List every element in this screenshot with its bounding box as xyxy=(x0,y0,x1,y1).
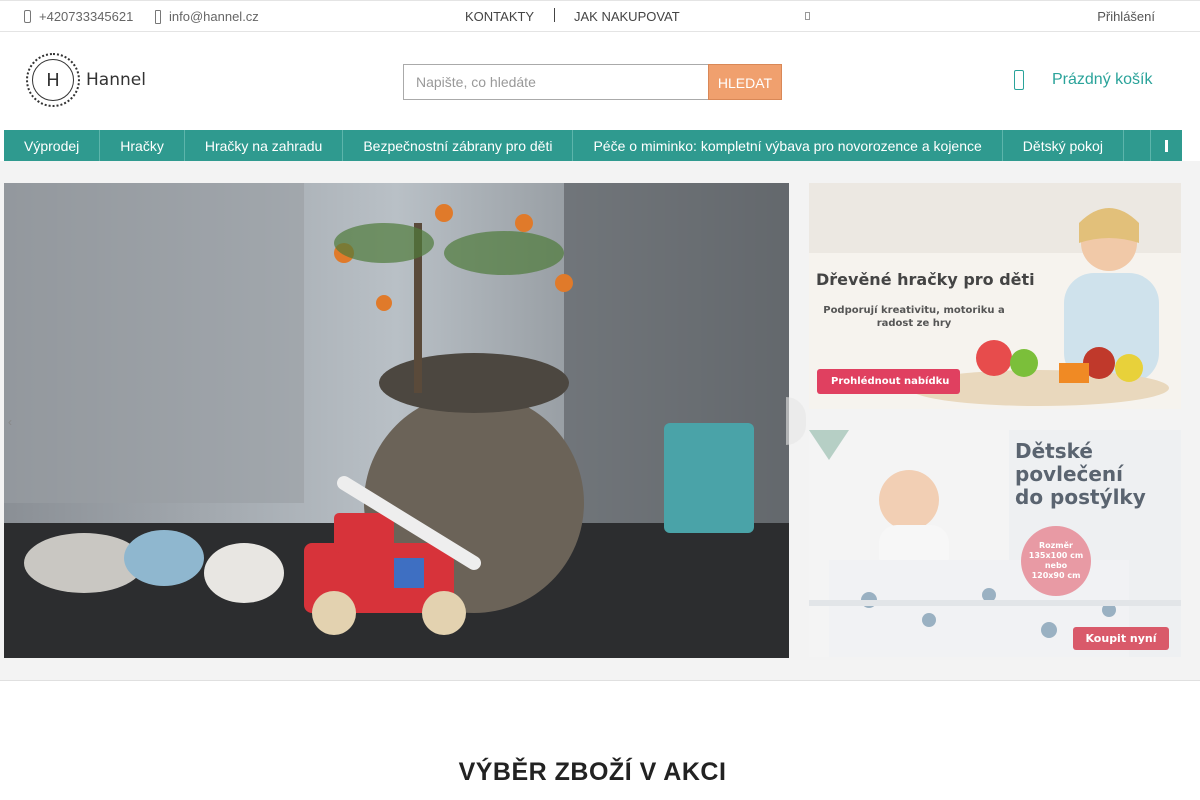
language-icon[interactable] xyxy=(805,12,810,20)
cart-label[interactable]: Prázdný košík xyxy=(1052,71,1152,89)
menu-icon xyxy=(1165,139,1168,152)
nav-item-baby-care[interactable]: Péče o miminko: kompletní výbava pro nov… xyxy=(573,130,1003,161)
nav-item-kids-room[interactable]: Dětský pokoj xyxy=(1003,130,1124,161)
email-contact[interactable]: info@hannel.cz xyxy=(155,9,259,24)
banner-area: ‹ Dřevěné hračky pro děti Podporují krea… xyxy=(0,161,1200,681)
hero-slide[interactable] xyxy=(4,183,789,658)
wooden-toys-title: Dřevěné hračky pro děti xyxy=(816,270,1035,289)
cart-icon[interactable] xyxy=(1014,70,1024,90)
hero-image xyxy=(4,183,789,658)
phone-icon xyxy=(24,10,31,23)
search-form: HLEDAT xyxy=(403,64,782,100)
logo-text: Hannel xyxy=(86,70,146,90)
top-separator xyxy=(554,8,555,22)
logo-letter: H xyxy=(32,59,74,101)
logo[interactable]: H Hannel xyxy=(26,53,146,107)
mail-icon xyxy=(155,9,161,24)
bedding-buy-button[interactable]: Koupit nyní xyxy=(1073,627,1169,650)
email-address[interactable]: info@hannel.cz xyxy=(169,9,259,24)
login-link[interactable]: Přihlášení xyxy=(1097,9,1155,24)
cart[interactable]: Prázdný košík xyxy=(1014,70,1152,90)
bedding-size-badge: Rozměr 135x100 cm nebo 120x90 cm xyxy=(1021,526,1091,596)
nav-more-button[interactable] xyxy=(1150,130,1182,161)
wooden-toys-button[interactable]: Prohlédnout nabídku xyxy=(817,369,960,394)
nav-item-sale[interactable]: Výprodej xyxy=(4,130,101,161)
wooden-toys-subtitle: Podporují kreativitu, motoriku a radost … xyxy=(823,305,1005,329)
section-title: VÝBĚR ZBOŽÍ V AKCI xyxy=(458,758,727,786)
slider-prev-icon[interactable]: ‹ xyxy=(8,415,22,429)
search-button[interactable]: HLEDAT xyxy=(708,64,782,100)
main-nav: Výprodej Hračky Hračky na zahradu Bezpeč… xyxy=(4,130,1182,161)
contacts-link[interactable]: KONTAKTY xyxy=(465,9,534,24)
phone-number[interactable]: +420733345621 xyxy=(39,9,133,24)
nav-item-garden-toys[interactable]: Hračky na zahradu xyxy=(185,130,344,161)
nav-item-safety-gates[interactable]: Bezpečnostní zábrany pro děti xyxy=(343,130,574,161)
phone-contact[interactable]: +420733345621 xyxy=(24,9,133,24)
slider-next-button[interactable] xyxy=(786,397,806,445)
logo-emblem: H xyxy=(26,53,80,107)
promo-banner-bedding[interactable]: Dětské povlečení do postýlky Rozměr 135x… xyxy=(809,430,1181,657)
search-input[interactable] xyxy=(403,64,708,100)
nav-item-toys[interactable]: Hračky xyxy=(100,130,185,161)
promo-banner-wooden-toys[interactable]: Dřevěné hračky pro děti Podporují kreati… xyxy=(809,183,1181,409)
top-bar: +420733345621 info@hannel.cz KONTAKTY JA… xyxy=(0,0,1200,32)
how-to-buy-link[interactable]: JAK NAKUPOVAT xyxy=(574,9,680,24)
bedding-title: Dětské povlečení do postýlky xyxy=(1015,439,1146,509)
